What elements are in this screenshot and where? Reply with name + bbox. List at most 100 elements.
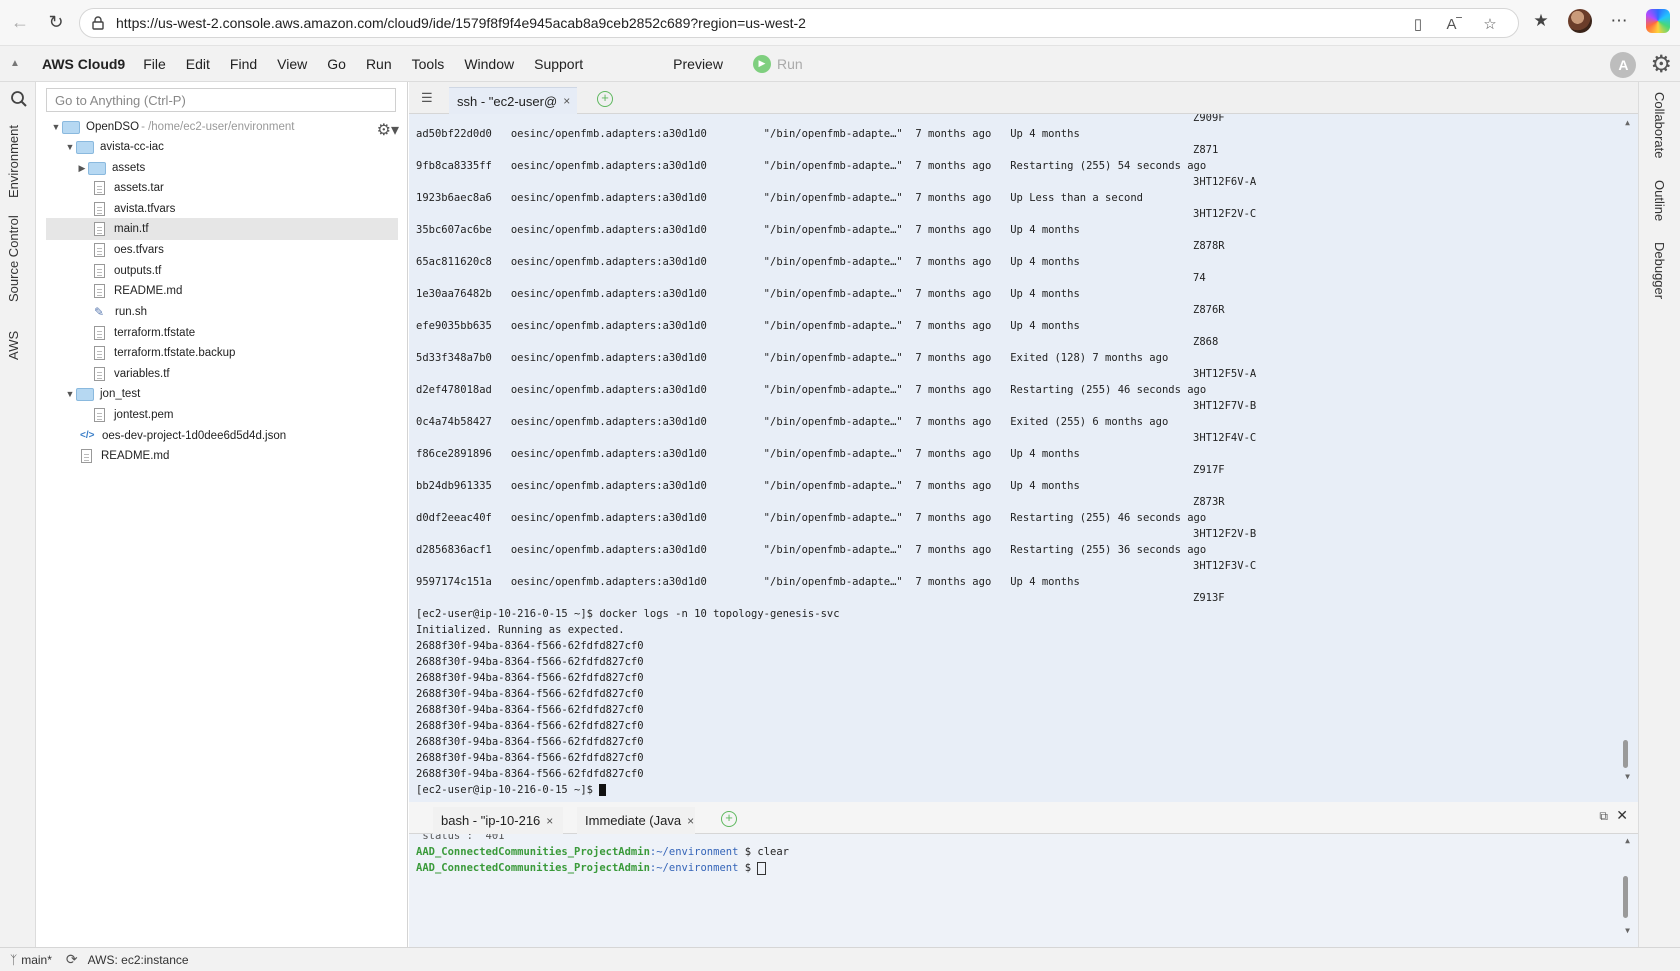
close-icon[interactable]: × bbox=[687, 814, 694, 828]
menu-edit[interactable]: Edit bbox=[176, 56, 220, 72]
more-options-icon[interactable]: ⋯ bbox=[1606, 8, 1632, 34]
tree-item-label: assets bbox=[112, 162, 146, 174]
menu-tools[interactable]: Tools bbox=[402, 56, 455, 72]
back-arrow-icon[interactable]: ← bbox=[4, 7, 36, 39]
container-row: f86ce2891896 oesinc/openfmb.adapters:a30… bbox=[416, 448, 1080, 460]
tree-file-assets-tar[interactable]: assets.tar bbox=[94, 177, 164, 199]
bash-terminal-output[interactable]: "status": "401" AAD_ConnectedCommunities… bbox=[409, 834, 1638, 947]
scrollbar-thumb[interactable] bbox=[1623, 876, 1628, 918]
tree-settings-gear-icon[interactable]: ⚙▾ bbox=[377, 120, 399, 140]
container-row: ad50bf22d0d0 oesinc/openfmb.adapters:a30… bbox=[416, 128, 1080, 140]
tree-file-terraform-tfstate[interactable]: terraform.tfstate bbox=[94, 322, 195, 344]
add-tab-icon[interactable]: + bbox=[721, 811, 737, 827]
preview-button[interactable]: Preview bbox=[673, 56, 723, 72]
file-icon bbox=[94, 408, 105, 422]
script-file-icon: ✎ bbox=[94, 304, 105, 319]
tree-file-jontest-pem[interactable]: jontest.pem bbox=[94, 404, 173, 426]
scroll-down-arrow-icon[interactable]: ▼ bbox=[1625, 772, 1630, 781]
prompt-path: :~/environment bbox=[649, 862, 739, 874]
menu-go[interactable]: Go bbox=[317, 56, 356, 72]
tab-outline[interactable]: Outline bbox=[1652, 180, 1667, 221]
menu-support[interactable]: Support bbox=[524, 56, 593, 72]
expanded-arrow-icon[interactable]: ▼ bbox=[50, 122, 62, 132]
user-avatar[interactable]: A bbox=[1610, 51, 1637, 78]
favorite-star-icon[interactable]: ☆ bbox=[1480, 14, 1500, 34]
git-branch-label[interactable]: main* bbox=[21, 953, 52, 967]
address-bar[interactable]: https://us-west-2.console.aws.amazon.com… bbox=[79, 8, 1519, 38]
prompt-user: AAD_ConnectedCommunities_ProjectAdmin bbox=[416, 862, 650, 874]
tab-bash[interactable]: bash - "ip-10-216 × bbox=[433, 807, 563, 834]
tree-file-avista-tfvars[interactable]: avista.tfvars bbox=[94, 198, 175, 220]
scroll-down-arrow-icon[interactable]: ▼ bbox=[1625, 926, 1630, 935]
tree-file-readme[interactable]: README.md bbox=[94, 280, 182, 302]
sync-icon[interactable]: ⟳ bbox=[66, 951, 78, 968]
tab-debugger[interactable]: Debugger bbox=[1652, 242, 1667, 299]
tab-immediate[interactable]: Immediate (Java × bbox=[577, 807, 695, 834]
menu-view[interactable]: View bbox=[267, 56, 317, 72]
tab-environment[interactable]: Environment bbox=[6, 125, 21, 198]
terminal-tabbar: ☰ ssh - "ec2-user@ × + bbox=[409, 82, 1638, 114]
ide-menubar: ▲ AWS Cloud9 File Edit Find View Go Run … bbox=[0, 46, 1680, 82]
menu-find[interactable]: Find bbox=[220, 56, 267, 72]
container-row: 1923b6aec8a6 oesinc/openfmb.adapters:a30… bbox=[416, 192, 1143, 204]
tree-file-run-sh[interactable]: ✎ run.sh bbox=[94, 301, 147, 323]
read-aloud-icon[interactable]: A‾ bbox=[1444, 14, 1464, 34]
scrollbar-thumb[interactable] bbox=[1623, 740, 1628, 768]
restore-panel-icon[interactable]: ⧉ bbox=[1599, 809, 1608, 824]
log-line: 2688f30f-94ba-8364-f566-62fdfd827cf0 bbox=[416, 752, 644, 764]
scroll-up-arrow-icon[interactable]: ▲ bbox=[1625, 836, 1630, 845]
close-icon[interactable]: × bbox=[563, 94, 570, 108]
tree-file-readme-root[interactable]: README.md bbox=[81, 445, 169, 467]
scroll-up-arrow-icon[interactable]: ▲ bbox=[1625, 118, 1630, 127]
container-row: bb24db961335 oesinc/openfmb.adapters:a30… bbox=[416, 480, 1080, 492]
preferences-gear-icon[interactable]: ⚙ bbox=[1650, 50, 1672, 79]
tree-root-opendso[interactable]: ▼ OpenDSO - /home/ec2-user/environment bbox=[50, 116, 294, 138]
favorites-icon[interactable]: ★ bbox=[1528, 8, 1554, 34]
terminal-cursor bbox=[599, 784, 607, 796]
collapse-menu-icon[interactable]: ▲ bbox=[0, 58, 30, 69]
menu-window[interactable]: Window bbox=[454, 56, 524, 72]
go-to-anything-input[interactable] bbox=[46, 88, 396, 112]
profile-avatar[interactable] bbox=[1568, 9, 1592, 33]
tab-source-control[interactable]: Source Control bbox=[6, 215, 21, 302]
tree-file-json[interactable]: </> oes-dev-project-1d0dee6d5d4d.json bbox=[80, 425, 286, 447]
file-icon bbox=[94, 222, 105, 236]
ide-brand[interactable]: AWS Cloud9 bbox=[42, 56, 125, 72]
add-tab-icon[interactable]: + bbox=[597, 91, 613, 107]
tree-item-label: oes.tfvars bbox=[114, 244, 164, 256]
tab-actions-icon[interactable]: ▯ bbox=[1408, 14, 1428, 34]
ssh-terminal-output[interactable]: Z909F ad50bf22d0d0 oesinc/openfmb.adapter… bbox=[409, 114, 1638, 802]
menu-file[interactable]: File bbox=[133, 56, 176, 72]
tree-file-terraform-tfstate-backup[interactable]: terraform.tfstate.backup bbox=[94, 342, 235, 364]
tree-file-main-tf[interactable]: main.tf bbox=[46, 218, 398, 240]
terminal-cursor bbox=[757, 861, 767, 875]
tree-folder-jon-test[interactable]: ▼ jon_test bbox=[64, 383, 140, 405]
tab-list-icon[interactable]: ☰ bbox=[421, 90, 433, 106]
aws-connection-label[interactable]: AWS: ec2:instance bbox=[88, 953, 189, 967]
prompt-user: AAD_ConnectedCommunities_ProjectAdmin bbox=[416, 846, 650, 858]
close-panel-icon[interactable]: ✕ bbox=[1616, 807, 1628, 824]
tree-item-label: variables.tf bbox=[114, 368, 170, 380]
tree-folder-avista-cc-iac[interactable]: ▼ avista-cc-iac bbox=[64, 136, 164, 158]
log-line: 2688f30f-94ba-8364-f566-62fdfd827cf0 bbox=[416, 672, 644, 684]
search-icon[interactable] bbox=[10, 90, 28, 108]
expanded-arrow-icon[interactable]: ▼ bbox=[64, 142, 76, 152]
tab-aws[interactable]: AWS bbox=[6, 331, 21, 360]
tree-folder-assets[interactable]: ▶ assets bbox=[76, 157, 145, 179]
collapsed-arrow-icon[interactable]: ▶ bbox=[76, 163, 88, 174]
close-icon[interactable]: × bbox=[546, 814, 553, 828]
expanded-arrow-icon[interactable]: ▼ bbox=[64, 389, 76, 399]
container-row: 5d33f348a7b0 oesinc/openfmb.adapters:a30… bbox=[416, 352, 1169, 364]
status-bar: ᛉ main* ⟳ AWS: ec2:instance bbox=[0, 947, 1680, 971]
tree-file-outputs-tf[interactable]: outputs.tf bbox=[94, 260, 161, 282]
run-button[interactable]: ▶ Run bbox=[752, 54, 803, 73]
editor-area: ☰ ssh - "ec2-user@ × + Z909F ad50bf22d0d0… bbox=[409, 82, 1638, 947]
site-info-icon[interactable] bbox=[90, 15, 106, 31]
refresh-icon[interactable]: ↻ bbox=[40, 7, 72, 39]
menu-run[interactable]: Run bbox=[356, 56, 402, 72]
tab-ssh-terminal[interactable]: ssh - "ec2-user@ × bbox=[449, 87, 577, 114]
tree-file-oes-tfvars[interactable]: oes.tfvars bbox=[94, 239, 164, 261]
tree-file-variables-tf[interactable]: variables.tf bbox=[94, 363, 170, 385]
copilot-icon[interactable] bbox=[1646, 9, 1670, 33]
tab-collaborate[interactable]: Collaborate bbox=[1652, 92, 1667, 159]
